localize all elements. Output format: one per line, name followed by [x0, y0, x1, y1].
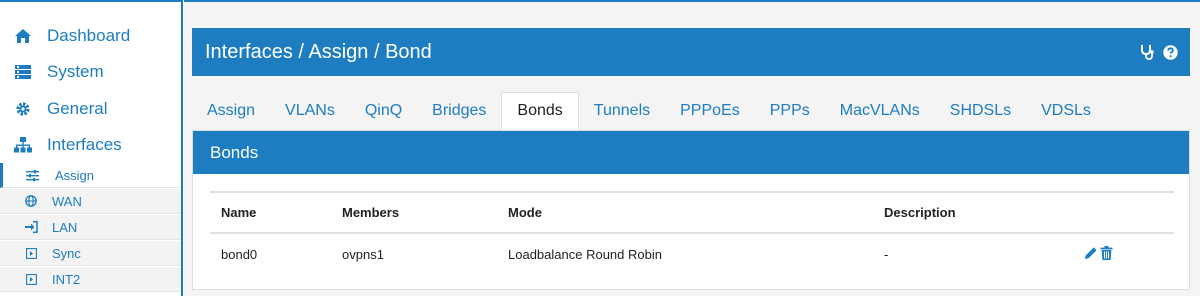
bonds-table: Name Members Mode Description bond0 ovpn… [210, 191, 1174, 275]
tab-vdsls[interactable]: VDSLs [1026, 92, 1106, 130]
sidebar: Dashboard System General Interfaces Assi… [0, 0, 183, 296]
bonds-panel: Bonds Name Members Mode Description bond… [192, 130, 1190, 290]
table-row: bond0 ovpns1 Loadbalance Round Robin - [210, 233, 1174, 275]
sliders-icon [3, 169, 51, 181]
column-header-members: Members [342, 205, 400, 220]
sidebar-item-label: Assign [55, 167, 95, 183]
sidebar-item-label: WAN [52, 193, 82, 209]
sidebar-item-interfaces[interactable]: Interfaces [0, 128, 181, 162]
tab-bonds[interactable]: Bonds [501, 92, 579, 130]
cell-description: - [884, 247, 889, 262]
home-icon [0, 28, 46, 44]
column-header-actions [1073, 192, 1174, 233]
globe-icon [0, 195, 48, 207]
stethoscope-icon[interactable] [1140, 43, 1155, 66]
box-arrow-icon [0, 273, 48, 285]
tab-shdsls[interactable]: SHDSLs [935, 92, 1026, 130]
column-header-description: Description [884, 205, 956, 220]
tab-assign[interactable]: Assign [192, 92, 270, 130]
box-arrow-icon [0, 247, 48, 259]
help-icon[interactable] [1163, 43, 1178, 66]
main-content: Interfaces / Assign / Bond Assign VLANs … [184, 0, 1200, 296]
tab-macvlans[interactable]: MacVLANs [825, 92, 935, 130]
sign-in-icon [0, 221, 48, 233]
sidebar-item-label: Dashboard [47, 26, 131, 45]
cell-name: bond0 [221, 247, 258, 262]
tab-bar: Assign VLANs QinQ Bridges Bonds Tunnels … [192, 92, 1106, 130]
sidebar-item-label: General [47, 99, 108, 118]
sidebar-item-dashboard[interactable]: Dashboard [0, 19, 181, 53]
sidebar-item-system[interactable]: System [0, 55, 181, 89]
tab-tunnels[interactable]: Tunnels [579, 92, 665, 130]
tab-qinq[interactable]: QinQ [350, 92, 417, 130]
server-icon [0, 64, 46, 80]
sidebar-item-label: Sync [52, 245, 81, 261]
tab-bridges[interactable]: Bridges [417, 92, 501, 130]
sidebar-item-label: System [47, 62, 104, 81]
sitemap-icon [0, 137, 46, 153]
tab-vlans[interactable]: VLANs [270, 92, 350, 130]
sidebar-item-lan[interactable]: LAN [0, 215, 181, 240]
sidebar-item-label: Interfaces [47, 135, 122, 154]
column-header-name: Name [221, 205, 257, 220]
sidebar-item-general[interactable]: General [0, 92, 181, 126]
column-header-mode: Mode [508, 205, 542, 220]
sidebar-item-sync[interactable]: Sync [0, 241, 181, 266]
trash-icon[interactable] [1100, 246, 1113, 263]
page-header: Interfaces / Assign / Bond [192, 28, 1190, 76]
tab-ppps[interactable]: PPPs [755, 92, 825, 130]
cell-members: ovpns1 [342, 247, 384, 262]
cell-mode: Loadbalance Round Robin [508, 247, 662, 262]
sidebar-item-label: INT2 [52, 271, 81, 287]
table-header-row: Name Members Mode Description [210, 192, 1174, 233]
panel-title: Bonds [193, 131, 1189, 174]
sidebar-item-label: LAN [52, 219, 78, 235]
sidebar-item-assign[interactable]: Assign [0, 163, 181, 188]
gear-icon [0, 101, 46, 117]
sidebar-item-wan[interactable]: WAN [0, 189, 181, 214]
sidebar-item-int2[interactable]: INT2 [0, 267, 181, 292]
page-title: Interfaces / Assign / Bond [205, 40, 432, 63]
pencil-icon[interactable] [1084, 246, 1098, 263]
cell-actions [1073, 233, 1174, 275]
tab-pppoes[interactable]: PPPoEs [665, 92, 755, 130]
